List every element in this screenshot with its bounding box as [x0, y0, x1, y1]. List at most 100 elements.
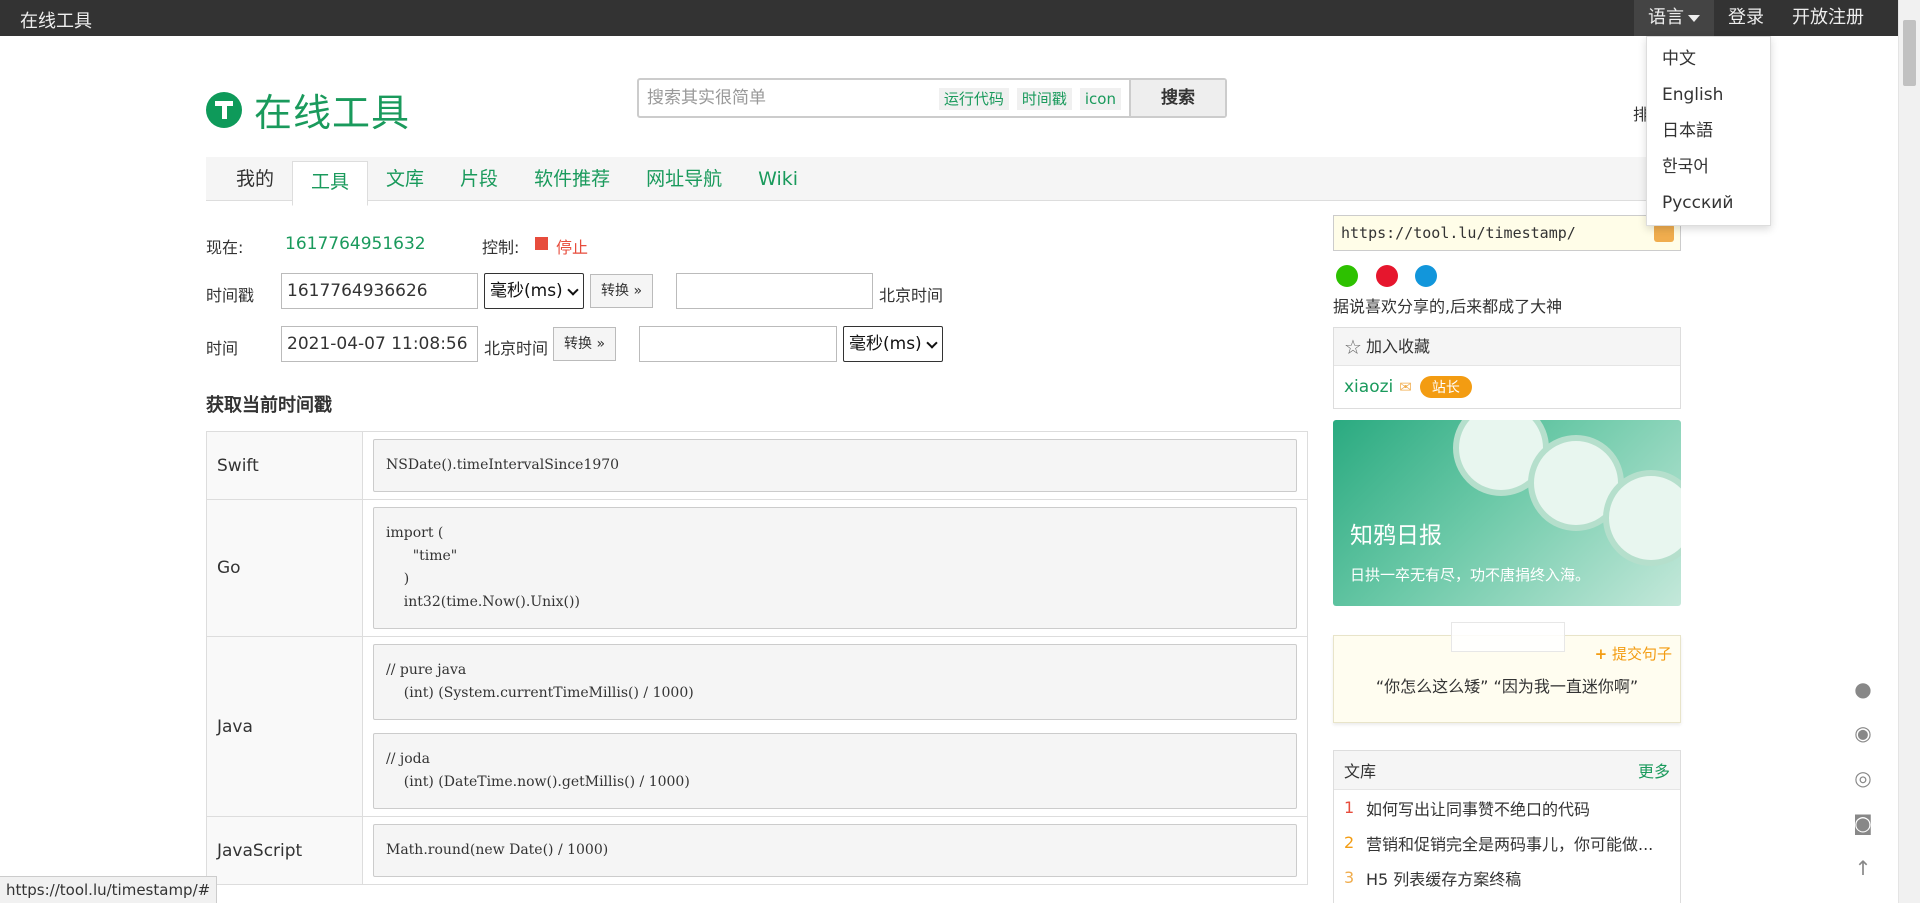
- table-row: JavaScript Math.round(new Date() / 1000): [206, 817, 1308, 885]
- code-block[interactable]: // joda (int) (DateTime.now().getMillis(…: [373, 733, 1297, 809]
- author-link[interactable]: xiaozi: [1344, 377, 1393, 397]
- plus-icon: +: [1594, 645, 1608, 663]
- share-url-text: https://tool.lu/timestamp/: [1341, 224, 1576, 242]
- promo-subtitle: 日拱一卒无有尽，功不唐捐终入海。: [1350, 566, 1591, 584]
- back-to-top-icon[interactable]: ↑: [1850, 855, 1876, 881]
- code-lang-go: Go: [207, 500, 363, 636]
- language-option-ru[interactable]: Русский: [1647, 185, 1770, 221]
- chevron-down-icon: [926, 337, 938, 349]
- submit-quote-button[interactable]: + 提交句子: [1595, 643, 1672, 664]
- github-icon[interactable]: ◙: [1850, 810, 1876, 836]
- search-button[interactable]: 搜索: [1129, 80, 1225, 116]
- tab-tools[interactable]: 工具: [292, 161, 369, 206]
- convert-to-time-button[interactable]: 转换 »: [590, 274, 654, 308]
- login-link[interactable]: 登录: [1714, 0, 1778, 36]
- status-bar-url: https://tool.lu/timestamp/#: [0, 876, 218, 903]
- output-unit-select[interactable]: 毫秒(ms): [843, 326, 943, 362]
- tab-mine[interactable]: 我的: [206, 157, 292, 201]
- qq-share-icon[interactable]: [1415, 265, 1437, 287]
- scrollbar-thumb[interactable]: [1903, 20, 1916, 86]
- beijing-time-label-2: 北京时间: [484, 339, 549, 358]
- language-menu: 中文 English 日本語 한국어 Русский: [1646, 36, 1771, 226]
- list-item[interactable]: 3 H5 列表缓存方案终稿: [1334, 860, 1680, 895]
- language-label: 语言: [1648, 7, 1684, 28]
- code-cell: import ( "time" ) int32(time.Now().Unix(…: [363, 500, 1307, 636]
- control-label: 控制:: [482, 238, 520, 257]
- star-icon: ☆: [1344, 334, 1362, 359]
- admin-badge: 站长: [1419, 376, 1472, 398]
- qq-icon[interactable]: ●: [1850, 676, 1876, 702]
- weibo-share-icon[interactable]: [1376, 265, 1398, 287]
- site-logo[interactable]: 在线工具: [206, 82, 410, 137]
- weibo-icon[interactable]: ◎: [1850, 765, 1876, 791]
- topbar-brand[interactable]: 在线工具: [20, 7, 92, 33]
- stop-icon[interactable]: [535, 237, 548, 250]
- list-item-number: 1: [1344, 798, 1355, 817]
- wechat-share-icon[interactable]: [1336, 265, 1358, 287]
- list-item-number: 2: [1344, 833, 1355, 852]
- language-option-zh[interactable]: 中文: [1647, 41, 1770, 77]
- language-option-ko[interactable]: 한국어: [1647, 149, 1770, 185]
- share-url-field[interactable]: https://tool.lu/timestamp/: [1333, 215, 1681, 251]
- list-item-title: 营销和促销完全是两码事儿，你可能做...: [1366, 834, 1654, 854]
- chevron-down-icon: [567, 284, 579, 296]
- code-cell: // pure java (int) (System.currentTimeMi…: [363, 637, 1307, 816]
- now-timestamp: 1617764951632: [285, 234, 426, 254]
- submit-quote-label: 提交句子: [1611, 645, 1672, 663]
- timestamp-output[interactable]: [639, 326, 837, 362]
- table-row: Swift NSDate().timeIntervalSince1970: [206, 432, 1308, 500]
- search-box: 运行代码 时间戳 icon 搜索: [637, 78, 1227, 118]
- tab-snippets[interactable]: 片段: [442, 157, 516, 201]
- favorite-label: 加入收藏: [1365, 336, 1430, 356]
- mail-icon[interactable]: ✉: [1399, 378, 1412, 396]
- logo-t-icon: [206, 91, 242, 128]
- search-tag-timestamp[interactable]: 时间戳: [1016, 88, 1072, 110]
- code-block[interactable]: // pure java (int) (System.currentTimeMi…: [373, 644, 1297, 720]
- convert-to-timestamp-button[interactable]: 转换 »: [553, 327, 617, 361]
- code-block[interactable]: Math.round(new Date() / 1000): [373, 824, 1297, 877]
- tag-icon[interactable]: [1654, 224, 1674, 242]
- beijing-time-label-2-row: 北京时间: [484, 335, 548, 359]
- top-bar: 在线工具 语言 登录 开放注册: [0, 0, 1920, 36]
- language-option-ja[interactable]: 日本語: [1647, 113, 1770, 149]
- search-tag-icon[interactable]: icon: [1079, 88, 1121, 110]
- language-option-en[interactable]: English: [1647, 77, 1770, 113]
- tab-software[interactable]: 软件推荐: [516, 157, 628, 201]
- timestamp-unit-select[interactable]: 毫秒(ms): [484, 273, 584, 309]
- code-block[interactable]: NSDate().timeIntervalSince1970: [373, 439, 1297, 492]
- timestamp-row-label: 时间戳: [206, 282, 254, 306]
- library-title: 文库: [1344, 762, 1377, 781]
- promo-banner[interactable]: 知鸦日报 日拱一卒无有尽，功不唐捐终入海。: [1333, 420, 1681, 606]
- tab-wiki[interactable]: Wiki: [740, 157, 816, 201]
- list-item-number: 3: [1344, 868, 1355, 887]
- register-link[interactable]: 开放注册: [1778, 0, 1878, 36]
- library-header: 文库 更多: [1334, 751, 1680, 790]
- beijing-time-output[interactable]: [676, 273, 873, 309]
- wechat-icon[interactable]: ◉: [1850, 720, 1876, 746]
- list-item-title: H5 列表缓存方案终稿: [1366, 869, 1522, 889]
- search-input[interactable]: [639, 80, 939, 116]
- tab-sites[interactable]: 网址导航: [628, 157, 740, 201]
- page-scrollbar[interactable]: [1898, 0, 1920, 903]
- logo-text: 在线工具: [254, 91, 411, 135]
- favorite-header[interactable]: ☆ 加入收藏: [1334, 328, 1680, 366]
- code-lang-java: Java: [207, 637, 363, 816]
- list-item[interactable]: 1 如何写出让同事赞不绝口的代码: [1334, 790, 1680, 825]
- quote-text: “你怎么这么矮” “因为我一直迷你啊”: [1375, 677, 1639, 696]
- code-block[interactable]: import ( "time" ) int32(time.Now().Unix(…: [373, 507, 1297, 629]
- code-cell: Math.round(new Date() / 1000): [363, 817, 1307, 884]
- time-input[interactable]: 2021-04-07 11:08:56: [281, 326, 478, 362]
- beijing-time-label: 北京时间: [879, 286, 944, 305]
- stop-button[interactable]: 停止: [556, 234, 588, 258]
- search-tag-run-code[interactable]: 运行代码: [938, 88, 1009, 110]
- share-note: 据说喜欢分享的,后来都成了大神: [1333, 297, 1563, 316]
- library-more-link[interactable]: 更多: [1638, 758, 1670, 782]
- timestamp-unit-value: 毫秒(ms): [490, 281, 563, 301]
- list-item-title: 如何写出让同事赞不绝口的代码: [1366, 799, 1591, 819]
- list-item[interactable]: 2 营销和促销完全是两码事儿，你可能做...: [1334, 825, 1680, 860]
- library-panel: 文库 更多 1 如何写出让同事赞不绝口的代码 2 营销和促销完全是两码事儿，你可…: [1333, 750, 1681, 903]
- favorite-body: xiaozi ✉ 站长: [1334, 366, 1680, 408]
- timestamp-input[interactable]: 1617764936626: [281, 273, 478, 309]
- language-dropdown-button[interactable]: 语言: [1634, 0, 1714, 36]
- tab-library[interactable]: 文库: [368, 157, 442, 201]
